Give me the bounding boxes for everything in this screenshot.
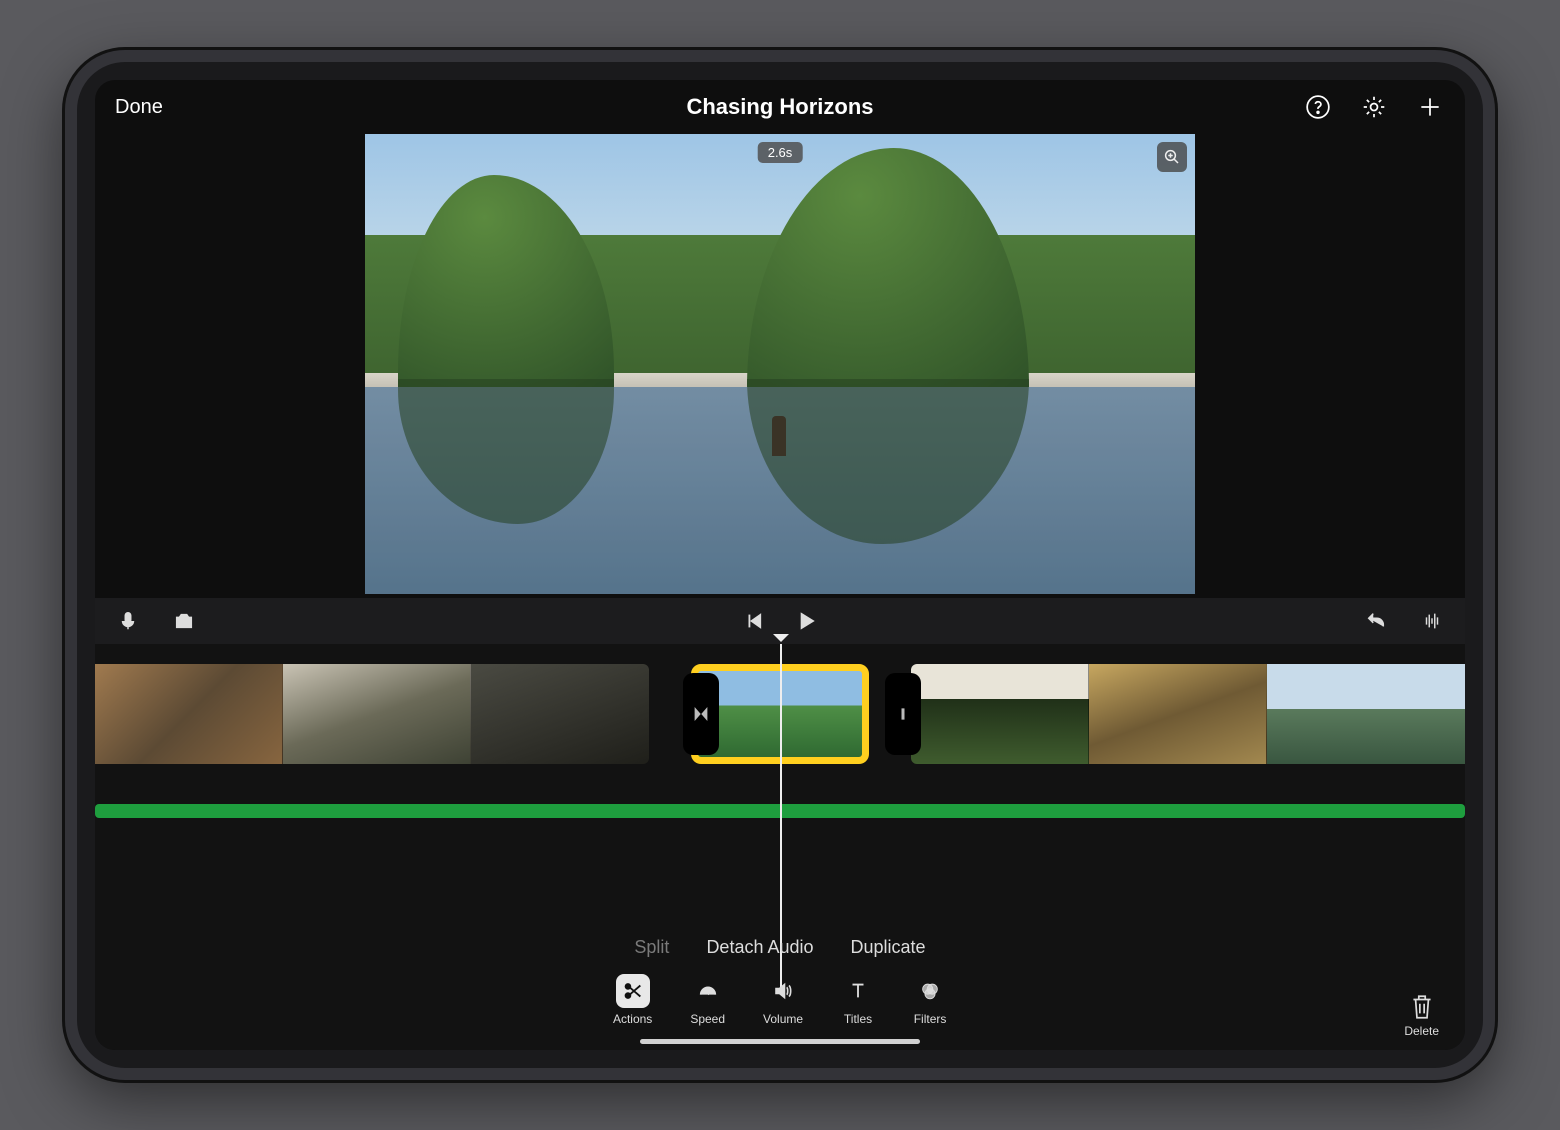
zoom-icon[interactable] [1157,142,1187,172]
delete-button[interactable]: Delete [1404,992,1439,1038]
microphone-icon[interactable] [113,606,143,636]
undo-icon[interactable] [1361,606,1391,636]
audio-waveform-icon[interactable] [1417,606,1447,636]
preview-area: 2.6s [95,134,1465,598]
app-screen: Done Chasing Horizons 2.6s [95,80,1465,1050]
filters-tab[interactable]: Filters [913,974,947,1026]
add-media-icon[interactable] [1415,92,1445,122]
titles-icon [841,974,875,1008]
settings-gear-icon[interactable] [1359,92,1389,122]
clip-group-2[interactable] [911,664,1465,764]
filters-label: Filters [914,1012,947,1026]
timeline[interactable]: Split Detach Audio Duplicate Actions Spe… [95,644,1465,1050]
volume-icon [766,974,800,1008]
filters-icon [913,974,947,1008]
detach-audio-action[interactable]: Detach Audio [706,937,813,957]
actions-tab[interactable]: Actions [613,974,652,1026]
actions-label: Actions [613,1012,652,1026]
transition-left-icon[interactable] [683,673,719,755]
help-icon[interactable] [1303,92,1333,122]
project-title: Chasing Horizons [315,94,1245,120]
speed-tab[interactable]: Speed [690,974,725,1026]
skip-to-start-icon[interactable] [739,606,769,636]
volume-tab[interactable]: Volume [763,974,803,1026]
camera-icon[interactable] [169,606,199,636]
play-icon[interactable] [791,606,821,636]
clip-duration-badge: 2.6s [758,142,803,163]
header-bar: Done Chasing Horizons [95,80,1465,134]
split-action[interactable]: Split [634,937,669,957]
trash-icon [1409,992,1435,1022]
home-indicator[interactable] [640,1039,920,1044]
speedometer-icon [691,974,725,1008]
ipad-device: Done Chasing Horizons 2.6s [65,50,1495,1080]
video-preview[interactable]: 2.6s [365,134,1195,594]
delete-label: Delete [1404,1024,1439,1038]
clip-group-1[interactable] [95,664,649,764]
clip-action-menu: Split Detach Audio Duplicate [95,937,1465,958]
done-button[interactable]: Done [115,96,315,119]
titles-tab[interactable]: Titles [841,974,875,1026]
duplicate-action[interactable]: Duplicate [851,937,926,957]
transition-right-icon[interactable] [885,673,921,755]
volume-label: Volume [763,1012,803,1026]
scissors-icon [616,974,650,1008]
titles-label: Titles [844,1012,872,1026]
speed-label: Speed [690,1012,725,1026]
inspector-tabs: Actions Speed Volume [95,966,1465,1050]
